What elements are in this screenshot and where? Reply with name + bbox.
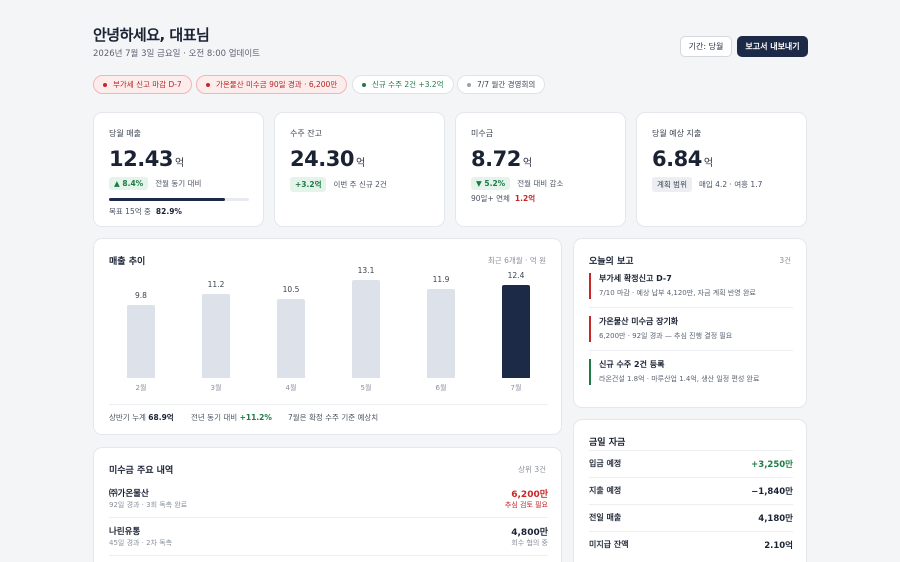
action-note: 회수 협의 중 — [511, 539, 548, 547]
delta-note: 전월 대비 감소 — [517, 179, 564, 188]
client-name: ㈜가온물산 — [109, 489, 149, 499]
x-tick-label: 5월 — [360, 384, 372, 392]
report-item-orders[interactable]: 신규 수주 2건 등록 라온건설 1.8억 · 마루산업 1.4억, 생산 일정… — [589, 359, 793, 385]
page-title: 안녕하세요, 대표님 — [93, 26, 210, 44]
daily-funds-card: 금일 자금 입금 예정 +3,250만 지출 예정 −1,840만 전일 매출 4,1… — [573, 419, 807, 562]
fund-row-payables: 미지급 잔액 2.10억 — [589, 540, 793, 551]
chart-bar — [427, 288, 455, 378]
alert-dot-icon — [206, 82, 210, 87]
delta-badge: ▲ 8.4% — [109, 177, 149, 190]
section-title: 미수금 주요 내역 — [109, 466, 174, 476]
kpi-value: 12.43 억 — [109, 147, 184, 171]
kpi-card-revenue[interactable]: 당월 매출 12.43 억 ▲ 8.4% 전월 동기 대비 목표 15억 중 82.… — [93, 112, 264, 227]
action-note: 추심 검토 필요 — [504, 501, 548, 509]
x-tick-label: 7월 — [510, 384, 522, 392]
list-item[interactable]: ㈜가온물산 92일 경과 · 3회 독촉 완료 6,200만 추심 검토 필요 — [109, 487, 548, 525]
revenue-trend-card: 매출 추이 최근 6개월 · 억 원 상반기 누계 68.9억 전년 동기 대비… — [93, 238, 562, 435]
bar-value-label: 13.1 — [357, 265, 375, 275]
receivables-card: 미수금 주요 내역 상위 3건 ㈜가온물산 92일 경과 · 3회 독촉 완료 … — [93, 447, 562, 562]
x-tick-label: 4월 — [285, 384, 297, 392]
section-meta: 상위 3건 — [518, 465, 546, 474]
chart-bar — [127, 304, 155, 378]
report-item-receivable[interactable]: 가온물산 미수금 장기화 6,200만 · 92일 경과 — 추심 진행 결정 … — [589, 316, 793, 342]
client-status: 45일 경과 · 2차 독촉 — [109, 539, 173, 547]
goal-progress-bar — [109, 198, 249, 201]
daily-report-card: 오늘의 보고 3건 부가세 확정신고 D-7 7/10 마감 · 예상 납부 4… — [573, 238, 807, 408]
info-chip-meeting[interactable]: 7/7 월간 경영회의 — [457, 75, 546, 94]
report-item-vat[interactable]: 부가세 확정신고 D-7 7/10 마감 · 예상 납부 4,120만, 자금 … — [589, 273, 793, 299]
x-tick-label: 6월 — [435, 384, 447, 392]
plan-badge: 계획 범위 — [652, 177, 692, 192]
goal-label: 목표 15억 중 — [109, 207, 151, 216]
bar-value-label: 9.8 — [135, 290, 147, 300]
section-title: 금일 자금 — [589, 438, 626, 448]
kpi-label: 당월 매출 — [109, 129, 141, 138]
client-name: 나린유통 — [109, 527, 141, 537]
status-dot-icon — [362, 82, 366, 87]
amount: 4,800만 — [511, 528, 548, 538]
bar-value-label: 12.4 — [507, 271, 525, 280]
status-dot-icon — [467, 82, 471, 87]
delta-badge: +3.2억 — [290, 177, 327, 192]
expense-note: 매입 4.2 · 여흥 1.7 — [698, 180, 763, 189]
goal-percent: 82.9% — [155, 207, 182, 216]
kpi-label: 미수금 — [471, 129, 494, 138]
update-timestamp: 2026년 7월 3일 금요일 · 오전 8:00 업데이트 — [93, 49, 260, 59]
fund-row-incoming: 입금 예정 +3,250만 — [589, 459, 793, 470]
kpi-label: 당월 예상 지출 — [652, 129, 702, 138]
info-chip-orders[interactable]: 신규 수주 2건 +3.2억 — [352, 75, 454, 94]
delta-badge: ▼ 5.2% — [471, 177, 511, 190]
fund-row-outgoing: 지출 예정 −1,840만 — [589, 486, 793, 497]
h1-total: 68.9억 — [148, 413, 174, 422]
bar-value-label: 10.5 — [282, 285, 300, 295]
alert-dot-icon — [103, 82, 107, 87]
kpi-label: 수주 잔고 — [290, 129, 322, 138]
kpi-card-expense[interactable]: 당월 예상 지출 6.84 억 계획 범위 매입 4.2 · 여흥 1.7 — [636, 112, 807, 227]
chart-bar — [352, 279, 380, 378]
delta-note: 이번 주 신규 2건 — [333, 180, 387, 189]
x-tick-label: 2월 — [135, 384, 147, 392]
export-report-button[interactable]: 보고서 내보내기 — [737, 36, 808, 57]
period-select-button[interactable]: 기간: 당월 — [680, 36, 732, 57]
chart-bar — [502, 285, 530, 378]
kpi-value: 6.84 억 — [652, 147, 713, 171]
section-title: 매출 추이 — [109, 257, 146, 267]
overdue-label: 90일+ 연체 — [471, 194, 510, 203]
overdue-value: 1.2억 — [514, 194, 536, 203]
kpi-card-backlog[interactable]: 수주 잔고 24.30 억 +3.2억 이번 주 신규 2건 — [274, 112, 445, 227]
kpi-value: 24.30 억 — [290, 147, 365, 171]
fund-row-prev-sales: 전일 매출 4,180만 — [589, 513, 793, 524]
delta-note: 전월 동기 대비 — [155, 179, 202, 188]
alert-chip-receivable[interactable]: 가온물산 미수금 90일 경과 · 6,200만 — [196, 75, 348, 94]
kpi-card-receivables[interactable]: 미수금 8.72 억 ▼ 5.2% 전월 대비 감소 90일+ 연체 1.2억 — [455, 112, 626, 227]
amount: 6,200만 — [511, 490, 548, 500]
section-meta: 최근 6개월 · 억 원 — [487, 256, 546, 265]
chart-bar — [277, 299, 305, 378]
chart-bar — [202, 294, 230, 378]
section-title: 오늘의 보고 — [589, 257, 634, 267]
goal-progress-fill — [109, 198, 226, 201]
bar-value-label: 11.9 — [432, 274, 450, 284]
bar-value-label: 11.2 — [207, 280, 225, 289]
x-tick-label: 3월 — [210, 384, 222, 392]
client-status: 92일 경과 · 3회 독촉 완료 — [109, 501, 188, 509]
report-count: 3건 — [779, 256, 791, 265]
kpi-value: 8.72 억 — [471, 147, 532, 171]
list-item[interactable]: 나린유통 45일 경과 · 2차 독촉 4,800만 회수 협의 중 — [109, 525, 548, 562]
alert-chip-vat[interactable]: 부가세 신고 마감 D-7 — [93, 75, 192, 94]
chart-note: 7월은 확정 수주 기준 예상치 — [288, 413, 379, 422]
yoy-value: +11.2% — [239, 413, 272, 422]
